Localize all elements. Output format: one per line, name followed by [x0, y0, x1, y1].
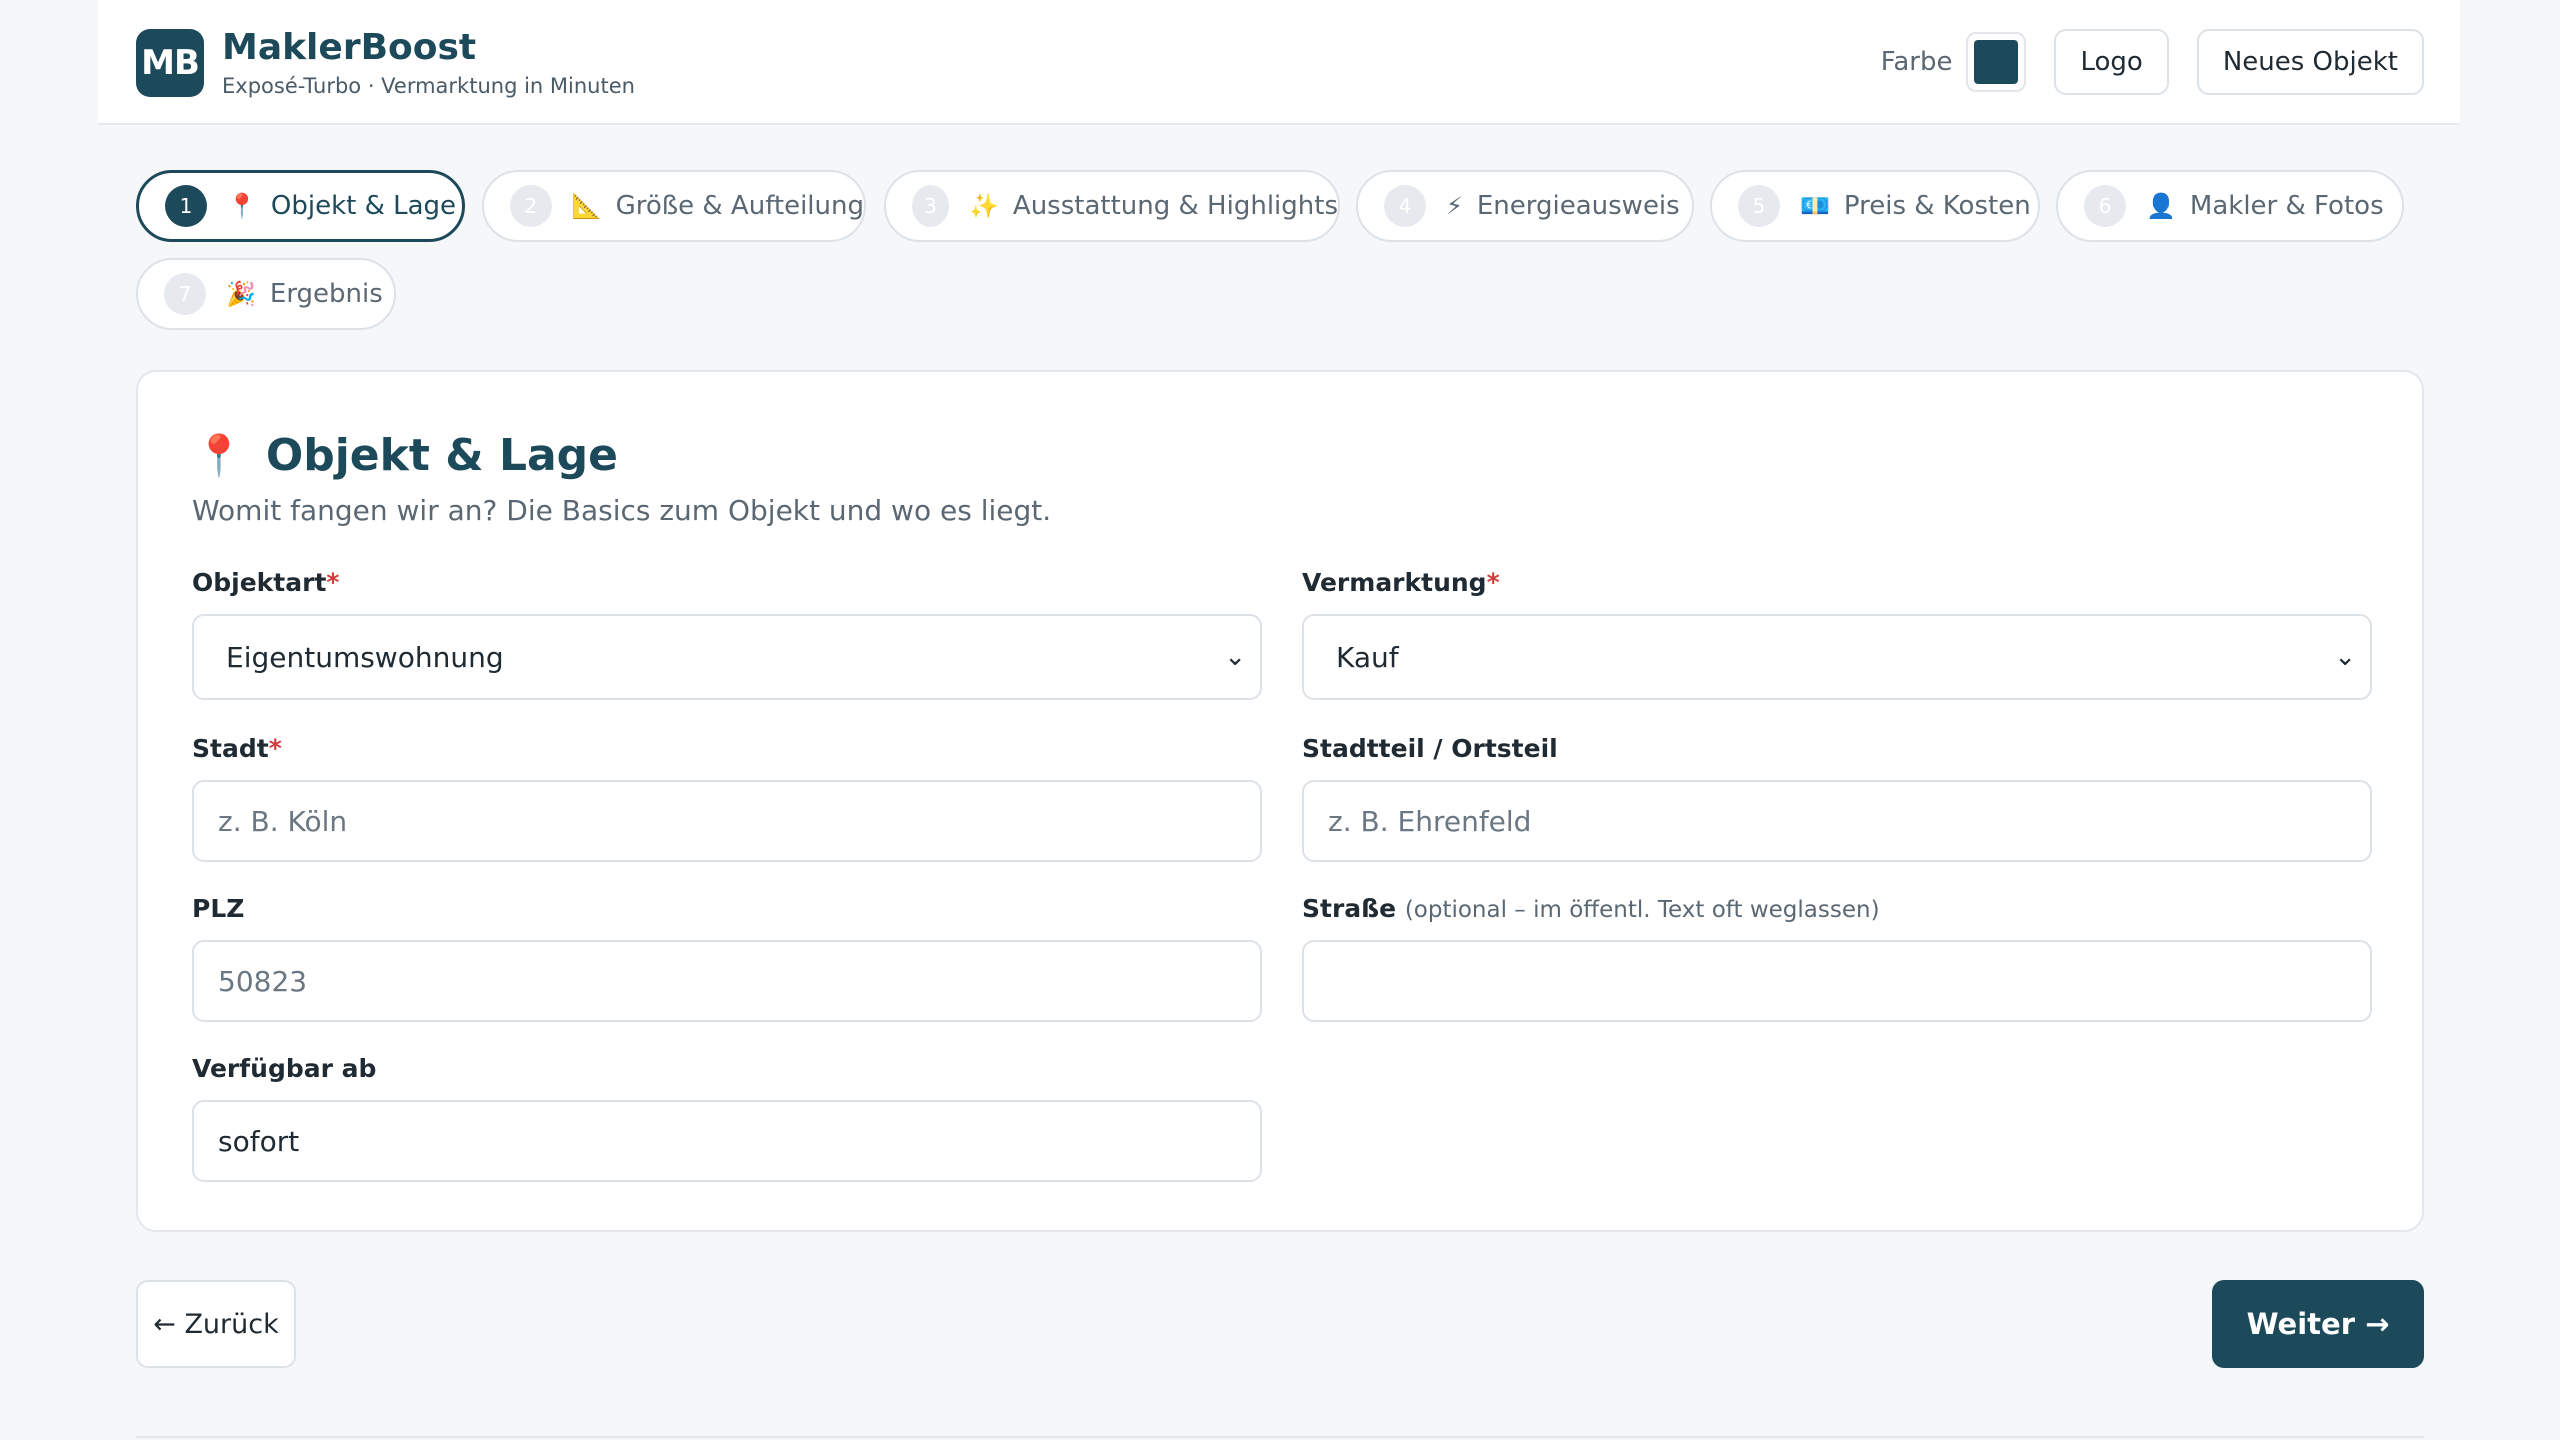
strasse-input[interactable] [1302, 940, 2372, 1022]
color-label: Farbe [1880, 47, 1953, 77]
plz-field: PLZ 50823 [192, 894, 1262, 1022]
section-title: 📍 Objekt & Lage [194, 430, 619, 481]
strasse-field: Straße (optional – im öffentl. Text oft … [1302, 894, 2372, 1022]
vermarktung-select[interactable]: Kauf ⌄ [1302, 614, 2372, 700]
chevron-down-icon: ⌄ [1224, 642, 1246, 672]
ruler-icon: 📐 [571, 192, 602, 220]
stadt-field: Stadt* z. B. Köln [192, 734, 1262, 862]
next-button[interactable]: Weiter → [2212, 1280, 2424, 1368]
step-tab-energieausweis[interactable]: 4 ⚡ Energieausweis [1356, 170, 1694, 242]
stadtteil-input[interactable]: z. B. Ehrenfeld [1302, 780, 2372, 862]
step-tab-groesse[interactable]: 2 📐 Größe & Aufteilung [482, 170, 866, 242]
top-bar: MB MaklerBoost Exposé-Turbo · Vermarktun… [98, 0, 2460, 125]
pin-icon: 📍 [227, 192, 257, 220]
plz-input[interactable]: 50823 [192, 940, 1262, 1022]
step-tab-ausstattung[interactable]: 3 ✨ Ausstattung & Highlights [884, 170, 1340, 242]
objektart-select[interactable]: Eigentumswohnung ⌄ [192, 614, 1262, 700]
lightning-icon: ⚡ [1446, 192, 1463, 220]
section-subtitle: Womit fangen wir an? Die Basics zum Obje… [192, 494, 1052, 527]
footer-divider [136, 1436, 2424, 1438]
color-swatch-fill [1974, 40, 2019, 84]
objektart-field: Objektart* Eigentumswohnung ⌄ [192, 568, 1262, 700]
new-object-button[interactable]: Neues Objekt [2196, 29, 2424, 95]
step-tab-ergebnis[interactable]: 7 🎉 Ergebnis [136, 258, 396, 330]
back-button[interactable]: ← Zurück [136, 1280, 296, 1368]
form-card: 📍 Objekt & Lage Womit fangen wir an? Die… [136, 370, 2424, 1232]
sparkles-icon: ✨ [969, 192, 999, 220]
stadt-input[interactable]: z. B. Köln [192, 780, 1262, 862]
chevron-down-icon: ⌄ [2334, 642, 2356, 672]
logo-button[interactable]: Logo [2054, 29, 2169, 95]
verfuegbar-input[interactable]: sofort [192, 1100, 1262, 1182]
brand-name: MaklerBoost [222, 27, 477, 68]
stadtteil-field: Stadtteil / Ortsteil z. B. Ehrenfeld [1302, 734, 2372, 862]
party-icon: 🎉 [226, 280, 256, 308]
step-tab-makler[interactable]: 6 👤 Makler & Fotos [2056, 170, 2404, 242]
brand-tagline: Exposé-Turbo · Vermarktung in Minuten [222, 74, 635, 98]
step-tab-objekt-lage[interactable]: 1 📍 Objekt & Lage [136, 170, 465, 242]
step-tab-preis[interactable]: 5 💶 Preis & Kosten [1710, 170, 2040, 242]
pin-icon: 📍 [194, 433, 244, 479]
brand-logo: MB [136, 29, 204, 97]
vermarktung-field: Vermarktung* Kauf ⌄ [1302, 568, 2372, 700]
person-icon: 👤 [2146, 192, 2176, 220]
verfuegbar-field: Verfügbar ab sofort [192, 1054, 1262, 1182]
money-icon: 💶 [1800, 192, 1830, 220]
color-picker[interactable] [1966, 32, 2027, 92]
brand: MB MaklerBoost Exposé-Turbo · Vermarktun… [136, 27, 635, 98]
